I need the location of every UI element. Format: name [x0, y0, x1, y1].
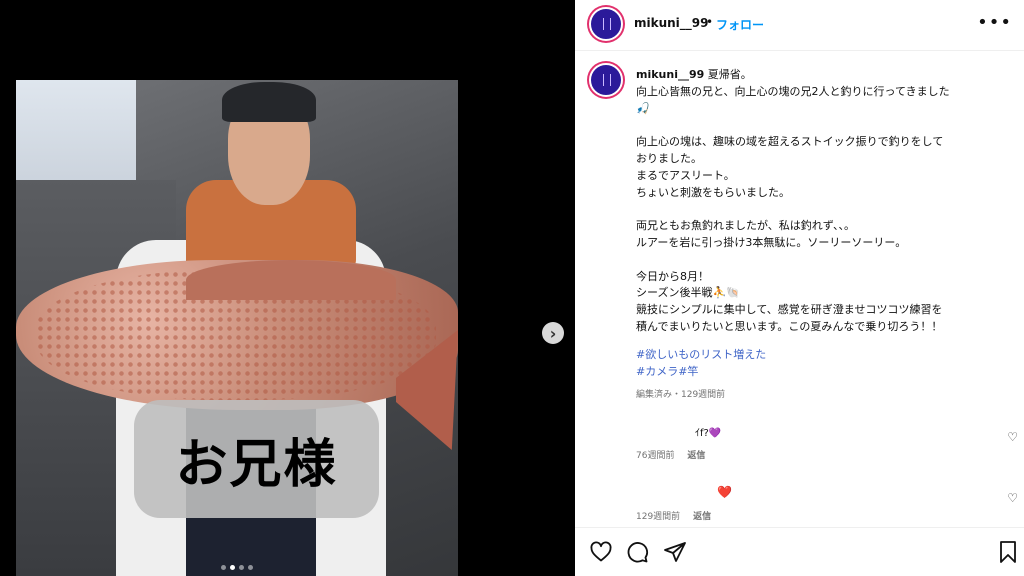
heart-icon[interactable]	[589, 540, 613, 564]
comment-time: 76週間前	[636, 451, 675, 461]
follow-button[interactable]: フォロー	[716, 16, 764, 33]
photo-fish-fin	[186, 260, 396, 300]
overlay-caption-text: お兄様	[175, 434, 338, 495]
post-header: mikuni__99 • フォロー •••	[575, 0, 1024, 51]
more-icon[interactable]: •••	[977, 12, 1012, 33]
caption-avatar[interactable]	[589, 63, 623, 97]
action-bar	[575, 527, 1024, 576]
overlay-caption-box: お兄様	[134, 400, 379, 518]
comment-text: ❤️	[717, 485, 732, 499]
header-separator: •	[706, 15, 714, 29]
post-media: お兄様 ›	[0, 0, 575, 576]
reply-button[interactable]: 返信	[693, 512, 711, 522]
caption: mikuni__99 夏帰省。 向上心皆無の兄と、向上心の塊の兄2人と釣りに行っ…	[636, 67, 1011, 336]
heart-icon[interactable]: ♡	[1007, 491, 1018, 505]
avatar[interactable]	[589, 7, 623, 41]
caption-text: 夏帰省。 向上心皆無の兄と、向上心の塊の兄2人と釣りに行ってきました 🎣 向上心…	[636, 68, 950, 333]
reply-button[interactable]: 返信	[687, 451, 705, 461]
caption-username[interactable]: mikuni__99	[636, 68, 704, 81]
comments-section[interactable]: mikuni__99 夏帰省。 向上心皆無の兄と、向上心の塊の兄2人と釣りに行っ…	[575, 51, 1024, 527]
hashtag-link[interactable]: #カメラ#竿	[636, 364, 766, 381]
comment-time: 129週間前	[636, 512, 681, 522]
comment-meta: 76週間前 返信	[636, 448, 705, 461]
comment-text: ｲf?💜	[695, 428, 722, 439]
carousel-dot	[239, 565, 244, 570]
hashtags: #欲しいものリスト増えた #カメラ#竿	[636, 347, 766, 381]
heart-icon[interactable]: ♡	[1007, 430, 1018, 444]
carousel-dots	[221, 565, 253, 570]
comment-icon[interactable]	[625, 540, 649, 564]
carousel-dot	[221, 565, 226, 570]
photo-cap	[222, 82, 316, 122]
post-info-panel: mikuni__99 • フォロー ••• mikuni__99 夏帰省。 向上…	[575, 0, 1024, 576]
bookmark-icon[interactable]	[998, 540, 1018, 564]
comment-meta: 129週間前 返信	[636, 509, 711, 522]
hashtag-link[interactable]: #欲しいものリスト増えた	[636, 347, 766, 364]
caption-meta: 編集済み・129週間前	[636, 390, 726, 400]
share-icon[interactable]	[663, 540, 687, 564]
next-arrow-icon[interactable]: ›	[542, 322, 564, 344]
carousel-dot	[248, 565, 253, 570]
header-username[interactable]: mikuni__99	[634, 16, 709, 30]
carousel-dot-active	[230, 565, 235, 570]
post-photo[interactable]: お兄様	[16, 80, 458, 576]
